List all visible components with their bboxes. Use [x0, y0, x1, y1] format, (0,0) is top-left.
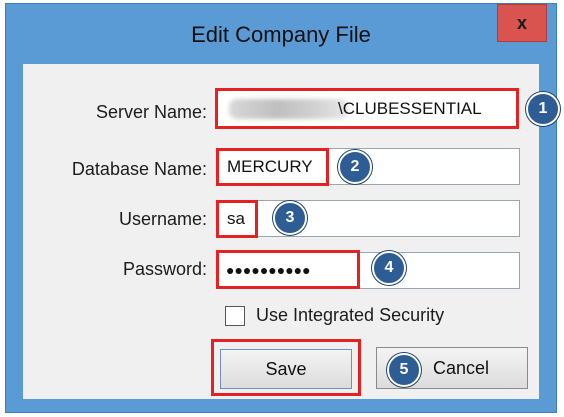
- username-label: Username:: [118, 209, 207, 229]
- highlight-box-4: [216, 250, 360, 289]
- integrated-security-label: Use Integrated Security: [256, 305, 445, 325]
- callout-badge-3: 3: [273, 201, 307, 235]
- title-bar: Edit Company File x: [6, 4, 556, 66]
- database-name-label: Database Name:: [71, 159, 207, 179]
- close-button[interactable]: x: [497, 4, 547, 42]
- callout-badge-2: 2: [338, 150, 372, 184]
- callout-badge-1: 1: [526, 92, 560, 126]
- username-field[interactable]: sa: [216, 200, 520, 237]
- highlight-box-3: [216, 200, 258, 238]
- edit-company-file-dialog: Edit Company File x Server Name: \CLUBES…: [5, 3, 560, 413]
- dialog-body: Server Name: \CLUBESSENTIAL 1 Database N…: [23, 64, 560, 399]
- callout-badge-5: 5: [387, 353, 421, 387]
- highlight-box-1: [215, 88, 519, 129]
- password-label: Password:: [122, 259, 207, 279]
- callout-badge-4: 4: [372, 251, 406, 285]
- server-name-label: Server Name:: [95, 102, 207, 122]
- dialog-title: Edit Company File: [191, 22, 371, 47]
- highlight-box-2: [216, 148, 329, 186]
- integrated-security-checkbox[interactable]: [225, 306, 245, 326]
- highlight-box-5: [211, 339, 361, 396]
